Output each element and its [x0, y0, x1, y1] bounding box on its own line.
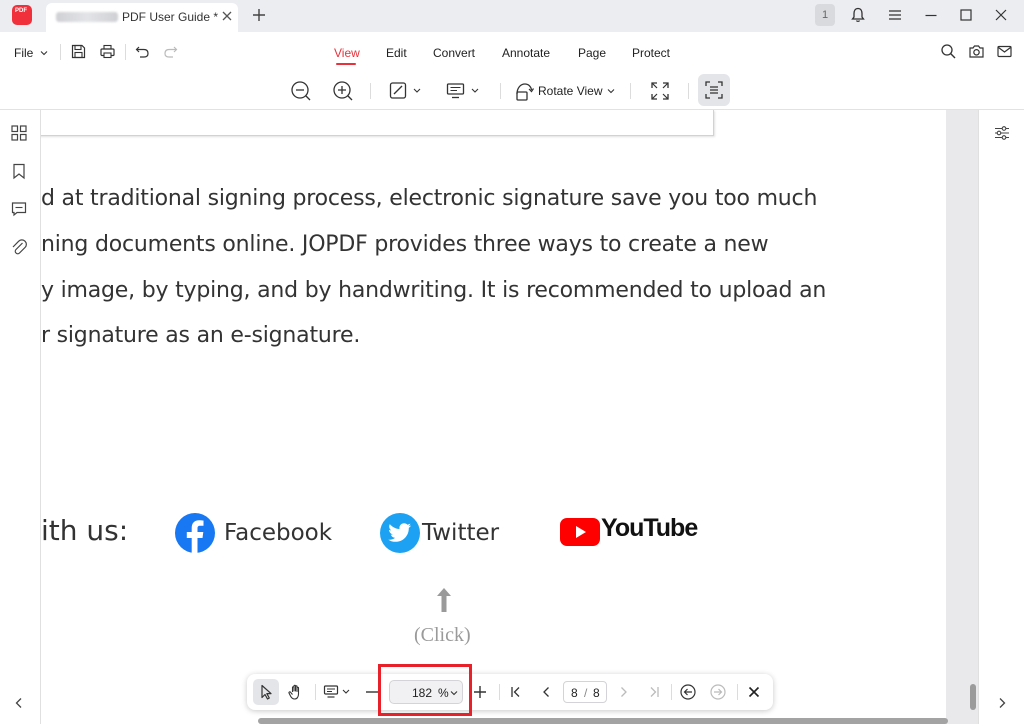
close-icon[interactable] [745, 683, 763, 701]
minimize-icon[interactable] [922, 6, 940, 24]
tab-page[interactable]: Page [578, 46, 606, 60]
page-separator: / [584, 686, 588, 700]
app-logo-text: PDF [15, 8, 27, 14]
document-text-line: r signature as an e-signature. [41, 323, 361, 348]
hamburger-menu-icon[interactable] [886, 6, 904, 24]
file-menu[interactable]: File [14, 46, 33, 60]
arrow-up-icon [434, 586, 454, 614]
facebook-label[interactable]: Facebook [224, 520, 332, 546]
follow-us-heading: ith us: [41, 514, 129, 547]
display-mode-icon[interactable] [446, 81, 482, 103]
undo-icon[interactable] [134, 43, 151, 60]
properties-sliders-icon[interactable] [993, 124, 1011, 142]
left-sidebar [0, 110, 41, 724]
camera-icon[interactable] [968, 43, 985, 60]
focus-mode-icon [703, 79, 725, 101]
back-icon[interactable] [679, 683, 697, 701]
divider [500, 83, 501, 99]
chevron-left-icon[interactable] [12, 696, 26, 710]
tab-title: PDF User Guide * [56, 10, 218, 24]
divider [630, 83, 631, 99]
page-number-field[interactable]: 8 / 8 [563, 681, 607, 703]
thumbnails-icon[interactable] [10, 124, 28, 142]
page-fit-icon[interactable] [389, 81, 425, 103]
right-sidebar [978, 110, 1024, 724]
prev-page-icon[interactable] [537, 683, 555, 701]
zoom-out-icon[interactable] [290, 80, 312, 102]
click-hint: (Click) [414, 624, 471, 646]
forward-icon[interactable] [709, 683, 727, 701]
next-page-icon[interactable] [615, 683, 633, 701]
fullscreen-icon[interactable] [649, 80, 671, 102]
bell-icon[interactable] [849, 6, 867, 24]
total-pages: 8 [593, 686, 600, 700]
tab-title-text: PDF User Guide * [122, 10, 219, 24]
maximize-icon[interactable] [957, 6, 975, 24]
bottom-navigation-bar: 182 % 8 / 8 [247, 674, 773, 710]
vertical-scroll-track[interactable] [946, 110, 978, 724]
document-viewport[interactable]: d at traditional signing process, electr… [41, 110, 946, 724]
tab-annotate[interactable]: Annotate [502, 46, 550, 60]
twitter-label[interactable]: Twitter [422, 520, 499, 546]
divider [125, 44, 126, 60]
tab-view[interactable]: View [334, 46, 360, 60]
attachment-icon[interactable] [10, 238, 28, 256]
hand-icon[interactable] [287, 683, 305, 701]
active-tab-indicator [336, 63, 356, 65]
tab-edit[interactable]: Edit [386, 46, 407, 60]
menu-bar: File View Edit Convert Annotate Page Pro… [0, 32, 1024, 72]
chevron-down-icon[interactable] [606, 86, 616, 96]
app-logo: PDF [12, 5, 32, 25]
view-toolbar: Rotate View [0, 72, 1024, 110]
current-page: 8 [571, 686, 578, 700]
save-icon[interactable] [70, 43, 87, 60]
search-icon[interactable] [940, 43, 957, 60]
divider [315, 684, 316, 700]
previous-page-edge [41, 110, 714, 136]
zoom-in-icon[interactable] [332, 80, 354, 102]
document-text-line: ning documents online. JOPDF provides th… [41, 232, 769, 257]
title-bar: PDF PDF User Guide * 1 [0, 0, 1024, 32]
divider [499, 684, 500, 700]
last-page-icon[interactable] [645, 683, 663, 701]
twitter-icon[interactable] [379, 512, 421, 554]
document-text-line: y image, by typing, and by handwriting. … [41, 278, 827, 303]
print-icon[interactable] [99, 43, 116, 60]
divider [737, 684, 738, 700]
tab-close-icon[interactable] [220, 9, 234, 23]
select-arrow-icon [257, 683, 275, 701]
chevron-down-icon[interactable] [40, 49, 48, 57]
new-tab-icon[interactable] [250, 6, 268, 24]
redo-icon[interactable] [162, 43, 179, 60]
focus-mode-button[interactable] [698, 74, 730, 106]
youtube-label[interactable]: YouTube [601, 514, 698, 543]
divider [60, 44, 61, 60]
page-layout-icon[interactable] [323, 683, 353, 701]
mail-icon[interactable] [996, 43, 1013, 60]
divider [688, 83, 689, 99]
vertical-scrollbar-thumb[interactable] [970, 684, 976, 710]
chevron-right-icon[interactable] [995, 696, 1009, 710]
youtube-icon[interactable] [560, 518, 600, 546]
notification-count-badge[interactable]: 1 [815, 4, 835, 26]
rotate-view-label[interactable]: Rotate View [538, 84, 602, 98]
close-icon[interactable] [992, 6, 1010, 24]
first-page-icon[interactable] [507, 683, 525, 701]
rotate-view-icon[interactable] [513, 80, 535, 102]
document-tab[interactable]: PDF User Guide * [46, 3, 238, 32]
document-text-line: d at traditional signing process, electr… [41, 186, 818, 211]
zoom-highlight-box [378, 664, 472, 716]
divider [370, 83, 371, 99]
blurred-text [56, 12, 118, 22]
select-tool-button[interactable] [253, 679, 279, 705]
plus-icon[interactable] [471, 683, 489, 701]
facebook-icon[interactable] [174, 512, 216, 554]
comment-icon[interactable] [10, 200, 28, 218]
divider [671, 684, 672, 700]
horizontal-scrollbar-thumb[interactable] [258, 718, 948, 724]
tab-protect[interactable]: Protect [632, 46, 670, 60]
bookmark-icon[interactable] [10, 162, 28, 180]
tab-convert[interactable]: Convert [433, 46, 475, 60]
